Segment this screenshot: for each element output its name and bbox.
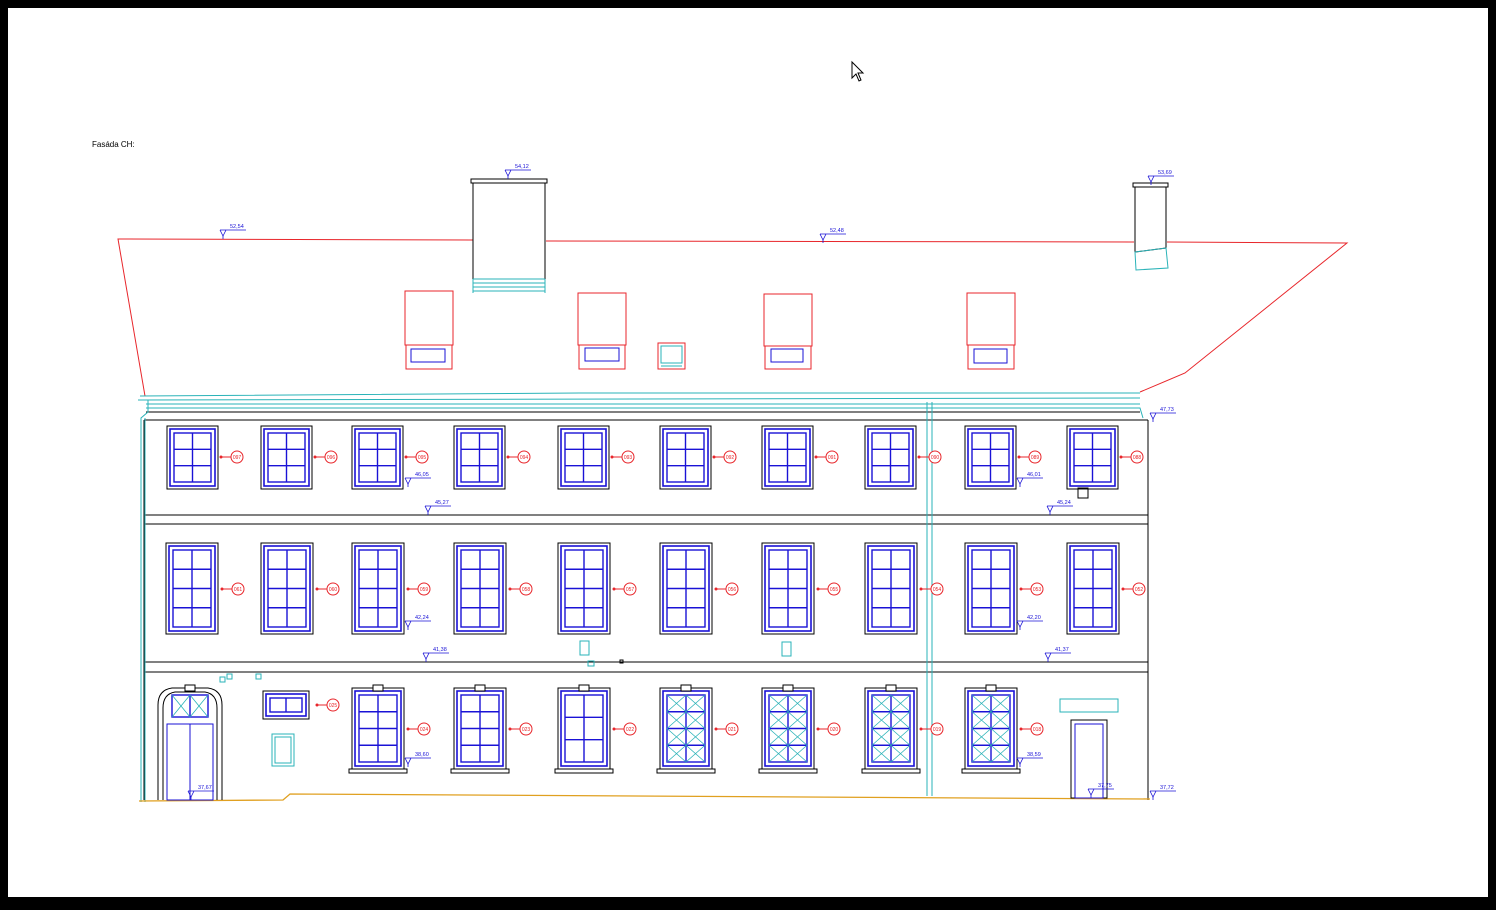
window — [964, 425, 1017, 490]
elevation-value: 42,24 — [415, 615, 429, 621]
window-tag-label: 023 — [522, 727, 531, 733]
window-tag-label: 056 — [728, 587, 737, 593]
window — [659, 425, 712, 490]
window-tag-label: 060 — [329, 587, 338, 593]
window-tag-label: 089 — [1031, 455, 1040, 461]
window-tag-label: 088 — [1133, 455, 1142, 461]
window-tag-label: 094 — [520, 455, 529, 461]
elevation-value: 38,60 — [415, 752, 429, 758]
elevation-value: 47,73 — [1160, 407, 1174, 413]
window-tag-label: 024 — [420, 727, 429, 733]
elevation-value: 45,27 — [435, 500, 449, 506]
window-tag-label: 097 — [233, 455, 242, 461]
window-tag-label: 054 — [933, 587, 942, 593]
window-tag-label: 061 — [234, 587, 243, 593]
paper — [8, 8, 1488, 897]
window-tag-label: 022 — [626, 727, 635, 733]
window-tag-label: 018 — [1033, 727, 1042, 733]
elevation-value: 52,48 — [830, 228, 844, 234]
window-tag-label: 057 — [626, 587, 635, 593]
elevation-value: 41,37 — [1055, 647, 1069, 653]
window-tag-label: 092 — [726, 455, 735, 461]
window — [260, 425, 313, 490]
window — [453, 425, 506, 490]
facade-drawing: Fasáda CH: 097 096 095 094 093 092 091 0… — [8, 8, 1488, 897]
window — [864, 425, 917, 490]
window-tag-label: 020 — [830, 727, 839, 733]
window-tag-label: 095 — [418, 455, 427, 461]
window-tag-label: 053 — [1033, 587, 1042, 593]
window-tag-label: 096 — [327, 455, 336, 461]
window — [351, 425, 404, 490]
window — [166, 425, 219, 490]
window-tag-label: 052 — [1135, 587, 1144, 593]
elevation-value: 53,69 — [1158, 170, 1172, 176]
elevation-value: 42,20 — [1027, 615, 1041, 621]
window-tag-label: 058 — [522, 587, 531, 593]
elevation-value: 38,59 — [1027, 752, 1041, 758]
elevation-value: 54,12 — [515, 164, 529, 170]
window-tag-label: 059 — [420, 587, 429, 593]
elevation-value: 37,67 — [198, 785, 212, 791]
drawing-title: Fasáda CH: — [92, 140, 135, 149]
elevation-value: 41,38 — [433, 647, 447, 653]
elevation-value: 37,72 — [1160, 785, 1174, 791]
window-tag-label: 021 — [728, 727, 737, 733]
window-tag-label: 055 — [830, 587, 839, 593]
elevation-value: 52,54 — [230, 224, 244, 230]
elevation-value: 46,05 — [415, 472, 429, 478]
window — [761, 425, 814, 490]
window-tag-label: 091 — [828, 455, 837, 461]
window — [1066, 425, 1119, 490]
window-tag-label: 025 — [329, 703, 338, 709]
window — [557, 425, 610, 490]
elevation-value: 45,24 — [1057, 500, 1071, 506]
elevation-value: 37,75 — [1098, 783, 1112, 789]
window-tag-label: 090 — [931, 455, 940, 461]
window-tag-label: 019 — [933, 727, 942, 733]
drawing-canvas[interactable]: Fasáda CH: 097 096 095 094 093 092 091 0… — [0, 0, 1496, 905]
window-tag-label: 093 — [624, 455, 633, 461]
elevation-value: 46,01 — [1027, 472, 1041, 478]
